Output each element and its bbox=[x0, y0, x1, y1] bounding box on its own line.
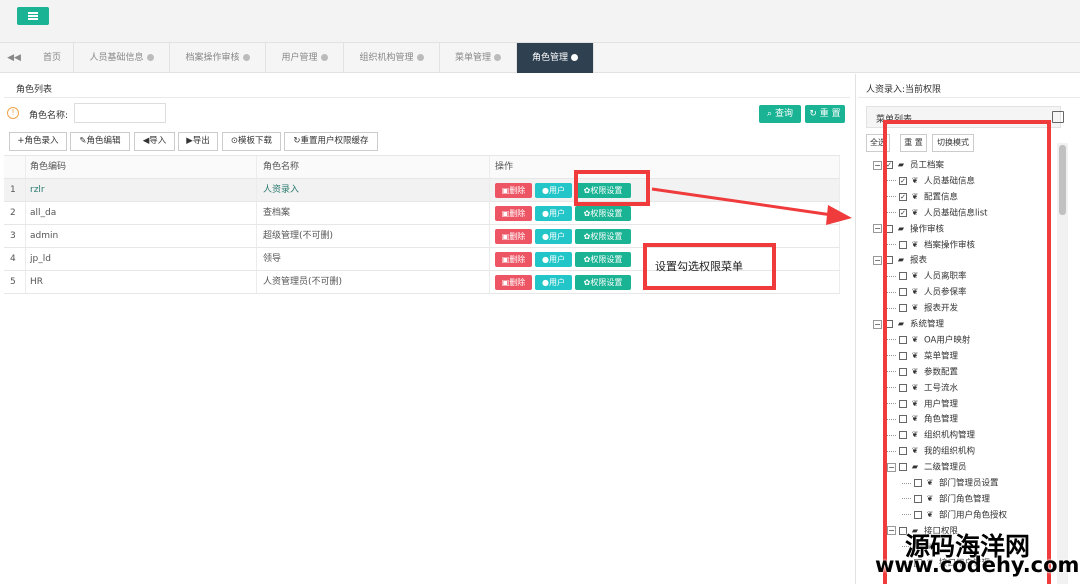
import-button[interactable]: ◀导入 bbox=[134, 132, 175, 151]
row-number: 5 bbox=[4, 271, 26, 293]
export-button[interactable]: ▶导出 bbox=[178, 132, 218, 151]
add-role-button[interactable]: +角色录入 bbox=[9, 132, 67, 151]
row-number: 3 bbox=[4, 225, 26, 247]
query-button[interactable]: ⌕ 查询 bbox=[759, 105, 801, 123]
close-icon[interactable] bbox=[571, 54, 578, 61]
search-icon: ⌕ bbox=[767, 109, 773, 119]
user-button[interactable]: ●用户 bbox=[535, 252, 572, 267]
tab-user-management[interactable]: 用户管理 bbox=[266, 43, 344, 73]
annotation-text: 设置勾选权限菜单 bbox=[655, 260, 743, 273]
permission-panel-title: 人资录入:当前权限 bbox=[866, 85, 942, 95]
refresh-icon: ↻ bbox=[809, 109, 817, 119]
divider bbox=[858, 97, 1080, 98]
search-label: 角色名称: bbox=[29, 111, 69, 121]
user-icon: ● bbox=[542, 186, 549, 195]
close-icon[interactable] bbox=[146, 54, 154, 61]
plus-icon: + bbox=[17, 136, 25, 146]
user-icon: ● bbox=[542, 255, 549, 264]
row-number: 1 bbox=[4, 179, 26, 201]
role-name: 人资录入 bbox=[257, 179, 490, 201]
user-button[interactable]: ●用户 bbox=[535, 229, 572, 244]
watermark-url: www.codehy.com bbox=[875, 553, 1080, 577]
role-name: 领导 bbox=[257, 248, 490, 270]
info-icon: ! bbox=[7, 107, 19, 119]
tab-role-management[interactable]: 角色管理 bbox=[517, 43, 594, 73]
column-header: 角色名称 bbox=[257, 156, 490, 178]
tab-menu-management[interactable]: 菜单管理 bbox=[440, 43, 517, 73]
annotation-arrow bbox=[651, 187, 852, 225]
save-icon[interactable] bbox=[1052, 111, 1064, 123]
permission-settings-button[interactable]: ✿权限设置 bbox=[575, 275, 631, 290]
collapse-icon[interactable]: − bbox=[873, 224, 882, 234]
delete-button[interactable]: ▣删除 bbox=[495, 206, 532, 221]
reset-permission-cache-button[interactable]: ↻重置用户权限缓存 bbox=[284, 132, 378, 151]
role-code: all_da bbox=[26, 202, 257, 224]
user-button[interactable]: ●用户 bbox=[535, 275, 572, 290]
highlight-box bbox=[883, 120, 1051, 584]
role-code: jp_ld bbox=[26, 248, 257, 270]
collapse-icon[interactable]: − bbox=[873, 255, 882, 265]
edit-role-button[interactable]: ✎角色编辑 bbox=[70, 132, 130, 151]
tree-scrollbar-thumb[interactable] bbox=[1059, 145, 1066, 215]
tab-personnel-info[interactable]: 人员基础信息 bbox=[74, 43, 170, 73]
column-header: 角色编码 bbox=[26, 156, 257, 178]
tab-scroll-left-icon[interactable]: ◀◀ bbox=[4, 51, 24, 65]
tab-archive-audit[interactable]: 档案操作审核 bbox=[170, 43, 266, 73]
row-number: 4 bbox=[4, 248, 26, 270]
collapse-icon[interactable]: − bbox=[873, 319, 882, 329]
download-icon: ⊙ bbox=[230, 136, 239, 146]
role-name: 超级管理(不可删) bbox=[257, 225, 490, 247]
edit-icon: ✎ bbox=[79, 136, 87, 146]
permission-settings-button[interactable]: ✿权限设置 bbox=[575, 252, 631, 267]
user-icon: ● bbox=[542, 232, 549, 241]
close-icon[interactable] bbox=[320, 54, 328, 61]
close-icon[interactable] bbox=[416, 54, 424, 61]
role-code: rzlr bbox=[26, 179, 257, 201]
reset-button[interactable]: ↻ 重 置 bbox=[805, 105, 845, 123]
role-name: 人资管理员(不可删) bbox=[257, 271, 490, 293]
role-code: HR bbox=[26, 271, 257, 293]
row-number: 2 bbox=[4, 202, 26, 224]
collapse-icon[interactable]: − bbox=[873, 160, 882, 170]
divider bbox=[4, 97, 850, 98]
delete-button[interactable]: ▣删除 bbox=[495, 229, 532, 244]
tab-bar: ◀◀ 首页 人员基础信息 档案操作审核 用户管理 组织机构管理 菜单管理 角色管… bbox=[0, 42, 1080, 73]
delete-button[interactable]: ▣删除 bbox=[495, 183, 532, 198]
user-icon: ● bbox=[542, 278, 549, 287]
refresh-icon: ↻ bbox=[293, 136, 301, 146]
tab-org-management[interactable]: 组织机构管理 bbox=[344, 43, 440, 73]
template-download-button[interactable]: ⊙模板下载 bbox=[222, 132, 281, 151]
close-icon[interactable] bbox=[242, 54, 250, 61]
role-name: 查档案 bbox=[257, 202, 490, 224]
delete-button[interactable]: ▣删除 bbox=[495, 275, 532, 290]
tab-home[interactable]: 首页 bbox=[31, 43, 74, 73]
top-navbar bbox=[0, 0, 1080, 42]
user-button[interactable]: ●用户 bbox=[535, 183, 572, 198]
user-button[interactable]: ●用户 bbox=[535, 206, 572, 221]
panel-title: 角色列表 bbox=[16, 85, 53, 95]
role-name-input[interactable] bbox=[74, 103, 166, 123]
user-icon: ● bbox=[542, 209, 549, 218]
close-icon[interactable] bbox=[494, 54, 501, 61]
delete-button[interactable]: ▣删除 bbox=[495, 252, 532, 267]
menu-toggle-button[interactable] bbox=[17, 7, 49, 25]
role-code: admin bbox=[26, 225, 257, 247]
